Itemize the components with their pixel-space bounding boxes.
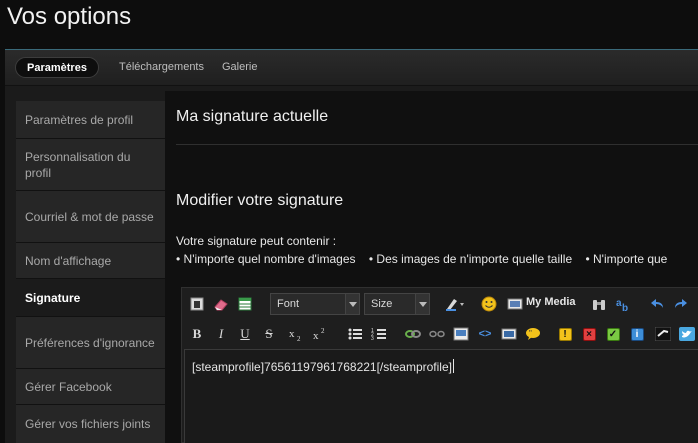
chevron-down-icon: [415, 294, 429, 314]
sidebar-item-manage-facebook[interactable]: Gérer Facebook: [16, 369, 167, 405]
signature-text-value: [steamprofile]76561197961768221[/steampr…: [192, 359, 454, 374]
rule-item: • Des images de n'importe quelle taille: [368, 252, 573, 266]
underline-icon[interactable]: U: [236, 325, 254, 343]
unlink-icon[interactable]: [428, 325, 446, 343]
eraser-icon[interactable]: [212, 295, 230, 313]
tab-parametres[interactable]: Paramètres: [15, 57, 99, 78]
settings-sidebar: Paramètres de profil Personnalisation du…: [16, 101, 167, 443]
font-select-value: Font: [277, 298, 300, 310]
editor-toolbar-top: Font Size My Media ab: [182, 290, 698, 320]
tab-galerie[interactable]: Galerie: [211, 57, 268, 78]
divider: [176, 144, 698, 145]
undo-icon[interactable]: [648, 295, 666, 313]
size-select[interactable]: Size: [364, 293, 430, 315]
svg-text:": ": [529, 329, 532, 338]
bullet-list-icon[interactable]: [346, 325, 364, 343]
svg-text:2: 2: [297, 335, 301, 342]
twitter-icon[interactable]: [678, 325, 696, 343]
numbered-list-icon[interactable]: 123: [370, 325, 388, 343]
italic-icon[interactable]: I: [212, 325, 230, 343]
signature-editor: Font Size My Media ab B I U S x 2 x 2 1 …: [181, 287, 698, 443]
rule-item: • N'importe quel nombre d'images: [176, 252, 356, 266]
tab-telechargements[interactable]: Téléchargements: [108, 57, 215, 78]
bold-icon[interactable]: B: [188, 325, 206, 343]
image-icon[interactable]: [452, 325, 470, 343]
signature-rules-list: • N'importe quel nombre d'images • Des i…: [176, 252, 677, 266]
strikethrough-icon[interactable]: S: [260, 325, 278, 343]
svg-text:2: 2: [321, 327, 325, 335]
binoculars-icon[interactable]: [590, 295, 608, 313]
edit-signature-heading: Modifier votre signature: [176, 192, 344, 209]
my-media-button[interactable]: My Media: [526, 296, 576, 308]
editor-toolbar-format: B I U S x2 x2 123 <> " ! × ✓ i: [182, 320, 698, 350]
sidebar-item-profile-settings[interactable]: Paramètres de profil: [16, 101, 167, 139]
quote-icon[interactable]: ": [524, 325, 542, 343]
subscript-icon[interactable]: x2: [288, 325, 306, 343]
link-icon[interactable]: [404, 325, 422, 343]
code-icon[interactable]: <>: [476, 325, 494, 343]
warning-box-icon[interactable]: !: [556, 325, 574, 343]
info-box-icon[interactable]: i: [628, 325, 646, 343]
replace-icon[interactable]: ab: [614, 295, 632, 313]
svg-text:x: x: [289, 328, 295, 340]
sidebar-item-ignore-preferences[interactable]: Préférences d'ignorance: [16, 317, 167, 369]
media-icon[interactable]: [506, 295, 524, 313]
signature-content: Ma signature actuelle Modifier votre sig…: [165, 91, 698, 443]
rule-item: • N'importe que: [585, 252, 668, 266]
size-select-value: Size: [371, 298, 393, 310]
sidebar-item-signature[interactable]: Signature: [16, 279, 167, 317]
success-box-icon[interactable]: ✓: [604, 325, 622, 343]
sidebar-item-email-password[interactable]: Courriel & mot de passe: [16, 191, 167, 243]
video-icon[interactable]: [500, 325, 518, 343]
tab-bar: Paramètres Téléchargements Galerie: [5, 50, 698, 86]
font-select[interactable]: Font: [270, 293, 360, 315]
current-signature-heading: Ma signature actuelle: [176, 108, 329, 125]
error-box-icon[interactable]: ×: [580, 325, 598, 343]
chevron-down-icon: [345, 294, 359, 314]
signature-rules-intro: Votre signature peut contenir :: [176, 234, 337, 248]
sidebar-item-manage-attachments[interactable]: Gérer vos fichiers joints: [16, 405, 167, 443]
table-icon[interactable]: [236, 295, 254, 313]
signature-textarea[interactable]: [steamprofile]76561197961768221[/steampr…: [184, 349, 698, 443]
sidebar-item-display-name[interactable]: Nom d'affichage: [16, 243, 167, 279]
svg-text:x: x: [313, 330, 319, 342]
svg-text:b: b: [622, 303, 628, 312]
page-title: Vos options: [7, 3, 132, 30]
steam-icon[interactable]: [654, 325, 672, 343]
sidebar-item-profile-customization[interactable]: Personnalisation du profil: [16, 139, 167, 191]
redo-icon[interactable]: [672, 295, 690, 313]
svg-text:3: 3: [371, 336, 374, 341]
smiley-icon[interactable]: [480, 295, 498, 313]
superscript-icon[interactable]: x2: [312, 325, 330, 343]
text-color-icon[interactable]: [444, 295, 468, 313]
source-icon[interactable]: [188, 295, 206, 313]
